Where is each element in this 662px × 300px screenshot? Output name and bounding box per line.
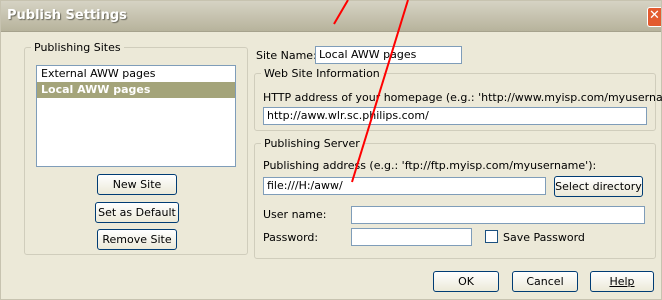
publish-settings-dialog: Publish Settings ✕ Publishing Sites Exte… [0,0,662,300]
list-item[interactable]: External AWW pages [37,66,235,82]
password-label: Password: [263,231,319,244]
close-button[interactable]: ✕ [647,7,661,27]
title-bar[interactable]: Publish Settings ✕ [1,1,661,32]
list-item[interactable]: Local AWW pages [37,82,235,98]
web-site-info-legend: Web Site Information [264,67,380,80]
close-icon: ✕ [649,8,660,23]
publishing-sites-legend: Publishing Sites [34,41,121,54]
window-title: Publish Settings [7,8,127,23]
cancel-button[interactable]: Cancel [512,271,578,292]
save-password-label: Save Password [503,231,585,244]
select-directory-button[interactable]: Select directory [554,176,643,197]
user-name-input[interactable] [351,206,645,224]
password-input[interactable] [351,228,472,246]
site-name-input[interactable]: Local AWW pages [315,46,462,64]
save-password-checkbox[interactable] [485,230,498,243]
user-name-label: User name: [263,208,327,221]
remove-site-button[interactable]: Remove Site [97,229,177,250]
http-address-label: HTTP address of your homepage (e.g.: 'ht… [263,91,662,104]
ok-button[interactable]: OK [433,271,499,292]
publishing-address-label: Publishing address (e.g.: 'ftp://ftp.myi… [263,159,597,172]
publishing-server-legend: Publishing Server [264,137,360,150]
http-address-input[interactable]: http://aww.wlr.sc.philips.com/ [263,107,647,125]
set-as-default-button[interactable]: Set as Default [95,202,179,223]
help-button[interactable]: Help [590,271,654,292]
publishing-address-input[interactable]: file:///H:/aww/ [263,177,546,195]
publishing-sites-list[interactable]: External AWW pages Local AWW pages [36,65,236,167]
new-site-button[interactable]: New Site [97,174,177,195]
site-name-label: Site Name: [256,49,317,62]
